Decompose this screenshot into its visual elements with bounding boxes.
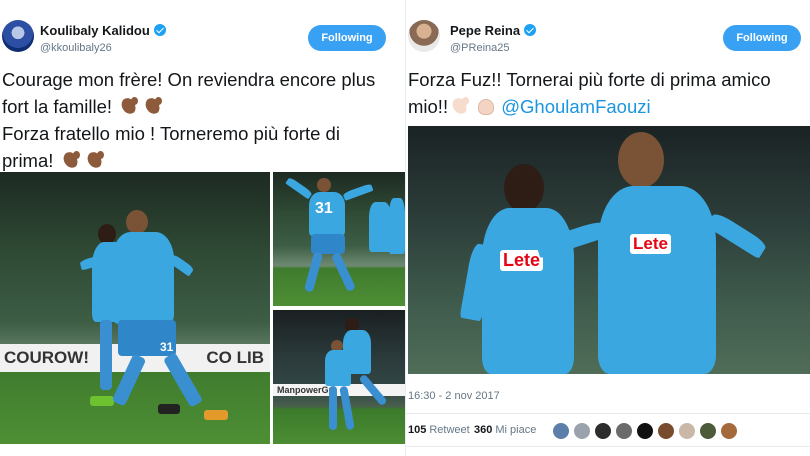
user-handle[interactable]: @PReina25 bbox=[450, 42, 509, 54]
liker-avatar[interactable] bbox=[699, 422, 717, 440]
player-shirt bbox=[112, 232, 174, 324]
display-name[interactable]: Pepe Reina bbox=[450, 23, 537, 38]
player-shirt bbox=[598, 186, 716, 374]
verified-badge-icon bbox=[153, 24, 166, 36]
liker-avatar[interactable] bbox=[678, 422, 696, 440]
sponsor-label: Lete bbox=[630, 234, 671, 254]
player-head bbox=[504, 164, 544, 212]
tweet-text-line: prima! bbox=[2, 150, 54, 171]
tweet-photo[interactable]: Lete Lete bbox=[408, 126, 810, 374]
tweet-header: Koulibaly Kalidou @kkoulibaly26 Followin… bbox=[0, 12, 405, 60]
tweet-text: Courage mon frère! On reviendra encore p… bbox=[2, 66, 375, 174]
tweet-timestamp[interactable]: 16:30 - 2 nov 2017 bbox=[408, 390, 500, 402]
tweet-header: Pepe Reina @PReina25 Following bbox=[406, 12, 810, 60]
player-arm bbox=[342, 183, 374, 201]
player-leg bbox=[100, 320, 112, 390]
following-button[interactable]: Following bbox=[308, 25, 386, 51]
liker-avatar[interactable] bbox=[552, 422, 570, 440]
liker-avatar[interactable] bbox=[615, 422, 633, 440]
avatar[interactable] bbox=[408, 20, 440, 52]
following-button[interactable]: Following bbox=[723, 25, 801, 51]
engagement-stats: 105 Retweet 360 Mi piace bbox=[406, 413, 810, 447]
liker-avatar[interactable] bbox=[720, 422, 738, 440]
player-boot bbox=[158, 404, 180, 414]
tweet-text: Forza Fuz!! Tornerai più forte di prima … bbox=[408, 66, 771, 120]
flexed-biceps-emoji-icon bbox=[61, 150, 83, 170]
tweet-photo-small-top[interactable]: 31 bbox=[273, 172, 405, 306]
retweet-count[interactable]: 105 Retweet bbox=[408, 424, 470, 436]
player-leg bbox=[329, 386, 337, 430]
player-leg bbox=[330, 251, 357, 293]
player-head bbox=[317, 178, 331, 192]
shorts-number: 31 bbox=[160, 340, 174, 354]
player-boot bbox=[90, 396, 114, 406]
player-background bbox=[369, 202, 391, 252]
flexed-biceps-emoji-icon bbox=[143, 96, 165, 116]
verified-badge-icon bbox=[524, 24, 537, 36]
shirt-number: 31 bbox=[315, 200, 333, 217]
liker-avatar[interactable] bbox=[636, 422, 654, 440]
player-background bbox=[389, 198, 405, 254]
clapping-hands-emoji-icon bbox=[474, 96, 496, 116]
player-head bbox=[618, 132, 664, 188]
liker-avatar[interactable] bbox=[657, 422, 675, 440]
tweet-text-line: Courage mon frère! On reviendra encore p… bbox=[2, 69, 376, 90]
player-head bbox=[126, 210, 148, 234]
tweet-text-line: mio!! bbox=[408, 96, 449, 117]
tweet-text-line: Forza fratello mio ! Torneremo più forte… bbox=[2, 123, 340, 144]
like-count[interactable]: 360 Mi piace bbox=[474, 424, 536, 436]
liker-avatar[interactable] bbox=[594, 422, 612, 440]
mention-link[interactable]: @GhoulamFaouzi bbox=[501, 96, 650, 117]
flexed-biceps-emoji-icon bbox=[119, 96, 141, 116]
player-leg bbox=[303, 251, 324, 293]
tweet-reina: Pepe Reina @PReina25 Following Forza Fuz… bbox=[405, 0, 810, 456]
tweet-koulibaly: Koulibaly Kalidou @kkoulibaly26 Followin… bbox=[0, 0, 405, 456]
player-boot bbox=[204, 410, 228, 420]
player-head bbox=[98, 224, 116, 244]
player-shirt bbox=[325, 350, 351, 386]
player-arm bbox=[285, 176, 313, 200]
flexed-biceps-emoji-icon bbox=[450, 96, 472, 116]
user-handle[interactable]: @kkoulibaly26 bbox=[40, 42, 112, 54]
liker-avatar[interactable] bbox=[573, 422, 591, 440]
tweet-photo-small-bottom[interactable]: ManpowerGr bbox=[273, 310, 405, 444]
tweet-photo-main[interactable]: COUROW! CO LIB 31 bbox=[0, 172, 270, 444]
sponsor-label: Lete bbox=[500, 250, 544, 271]
flexed-biceps-emoji-icon bbox=[85, 150, 107, 170]
avatar[interactable] bbox=[2, 20, 34, 52]
player-shorts bbox=[311, 234, 345, 254]
display-name[interactable]: Koulibaly Kalidou bbox=[40, 23, 166, 38]
tweet-text-line: fort la famille! bbox=[2, 96, 113, 117]
tweet-text-line: Forza Fuz!! Tornerai più forte di prima … bbox=[408, 69, 771, 90]
